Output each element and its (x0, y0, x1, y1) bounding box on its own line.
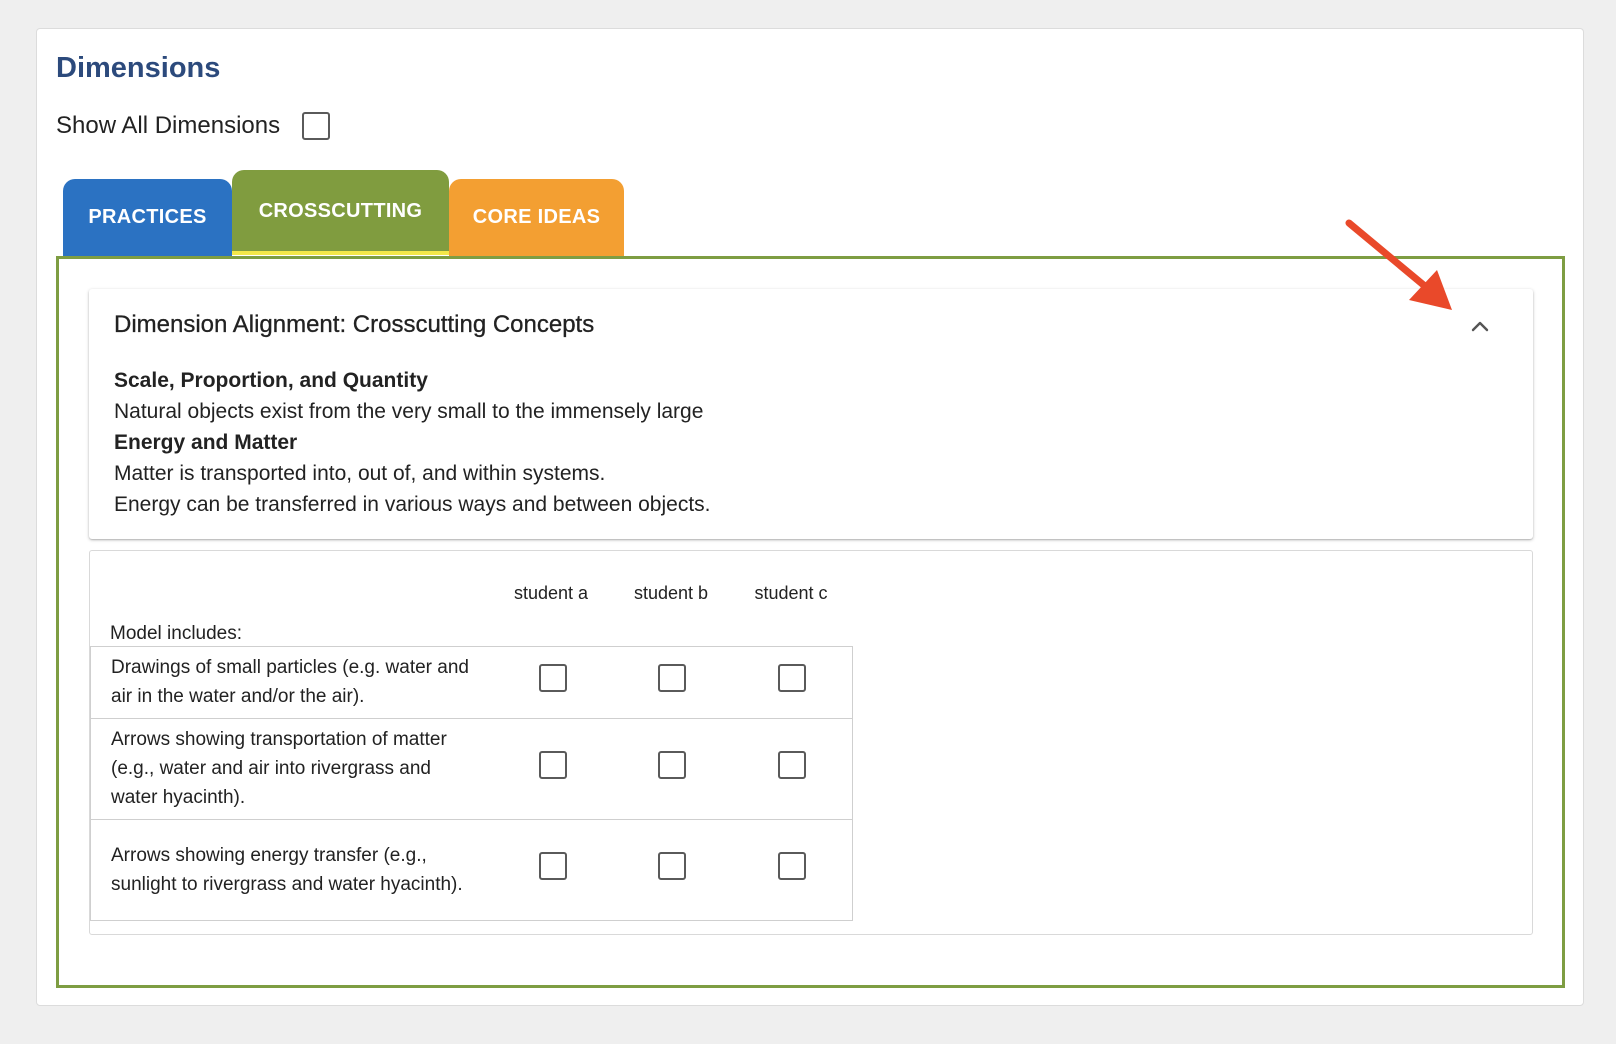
row-group-header: Model includes: (110, 623, 243, 644)
checkbox-student-c[interactable] (778, 851, 807, 880)
tab-core-ideas-label: CORE IDEAS (472, 206, 601, 228)
checkbox-student-a[interactable] (538, 851, 567, 880)
checkbox-student-b[interactable] (658, 851, 687, 880)
concept-heading: Energy and Matter (114, 431, 298, 454)
checkbox-student-c[interactable] (778, 664, 807, 692)
tab-practices-label: PRACTICES (88, 206, 207, 228)
rubric-card: student a student b student c Model incl… (89, 550, 1533, 935)
checkbox-student-c[interactable] (778, 750, 807, 779)
checkbox-student-b[interactable] (658, 750, 687, 779)
table-row: Arrows showing energy transfer (e.g., su… (89, 819, 854, 921)
checkbox-student-a[interactable] (538, 750, 567, 779)
criterion-text: Arrows showing energy transfer (e.g., su… (89, 819, 493, 921)
concept-description: Natural objects exist from the very smal… (114, 400, 704, 423)
column-header-student-a: student a (513, 583, 589, 603)
concept-description: Matter is transported into, out of, and … (114, 462, 606, 485)
active-tab-indicator (232, 251, 449, 255)
column-header-student-c: student c (754, 583, 828, 603)
table-row: Arrows showing transportation of matter … (89, 718, 854, 820)
table-row: Drawings of small particles (e.g. water … (89, 646, 854, 719)
column-header-student-b: student b (633, 583, 709, 603)
dimension-alignment-title: Dimension Alignment: Crosscutting Concep… (114, 311, 595, 338)
dimension-alignment-body: Scale, Proportion, and Quantity Natural … (114, 365, 711, 520)
checkbox-student-b[interactable] (658, 664, 687, 692)
tab-practices[interactable]: PRACTICES (63, 179, 232, 256)
page-title: Dimensions (56, 52, 221, 84)
tab-crosscutting[interactable]: CROSSCUTTING (232, 170, 449, 255)
tab-crosscutting-label: CROSSCUTTING (258, 200, 423, 222)
criterion-text: Drawings of small particles (e.g. water … (89, 646, 493, 719)
show-all-dimensions-checkbox[interactable] (302, 112, 331, 140)
checkbox-student-a[interactable] (538, 664, 567, 692)
show-all-dimensions-row: Show All Dimensions (56, 112, 331, 140)
concept-heading: Scale, Proportion, and Quantity (114, 369, 428, 392)
show-all-dimensions-label: Show All Dimensions (56, 112, 281, 139)
chevron-up-icon[interactable] (1471, 317, 1489, 335)
concept-description: Energy can be transferred in various way… (114, 493, 711, 516)
tab-core-ideas[interactable]: CORE IDEAS (449, 179, 624, 256)
criterion-text: Arrows showing transportation of matter … (89, 718, 493, 820)
rubric-table: Drawings of small particles (e.g. water … (89, 646, 854, 921)
red-arrow-annotation-icon (1345, 219, 1452, 310)
dimension-alignment-card: Dimension Alignment: Crosscutting Concep… (89, 289, 1533, 539)
